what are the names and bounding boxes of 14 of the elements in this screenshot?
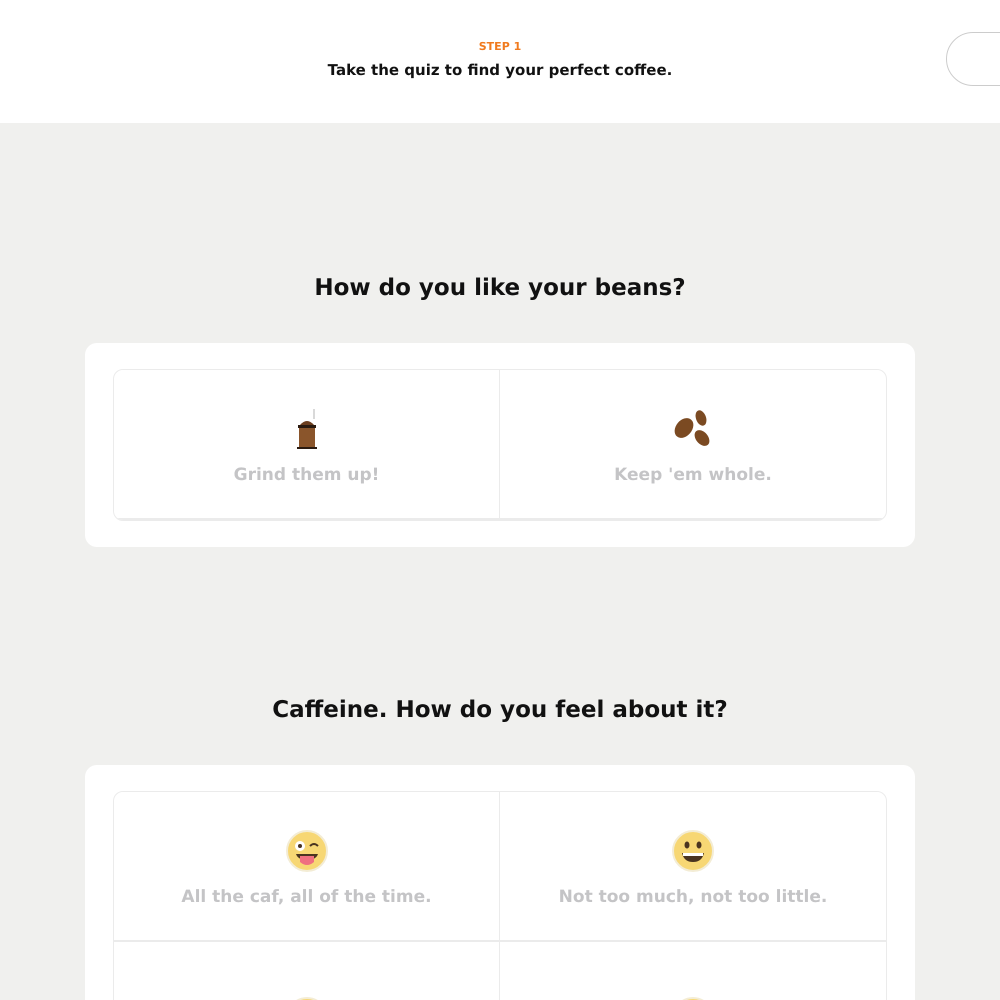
answer-option[interactable]: Not too much, not too little. — [500, 792, 886, 942]
answer-option[interactable]: Grind them up! — [114, 370, 500, 520]
option-label: Not too much, not too little. — [558, 887, 828, 907]
option-label: Grind them up! — [234, 465, 380, 485]
question-title: How do you like your beans? — [314, 275, 686, 301]
smiling-face-icon — [671, 829, 715, 873]
answer-option[interactable]: Keep 'em whole. — [500, 370, 886, 520]
step-label: STEP 1 — [478, 40, 522, 53]
header-subtitle: Take the quiz to find your perfect coffee. — [328, 61, 672, 79]
option-label: Keep 'em whole. — [614, 465, 772, 485]
winking-face-icon — [284, 829, 328, 873]
option-label: All the caf, all of the time. — [181, 887, 432, 907]
question-title: Caffeine. How do you feel about it? — [272, 697, 728, 723]
answer-option[interactable]: All the caf, all of the time. — [114, 792, 500, 942]
